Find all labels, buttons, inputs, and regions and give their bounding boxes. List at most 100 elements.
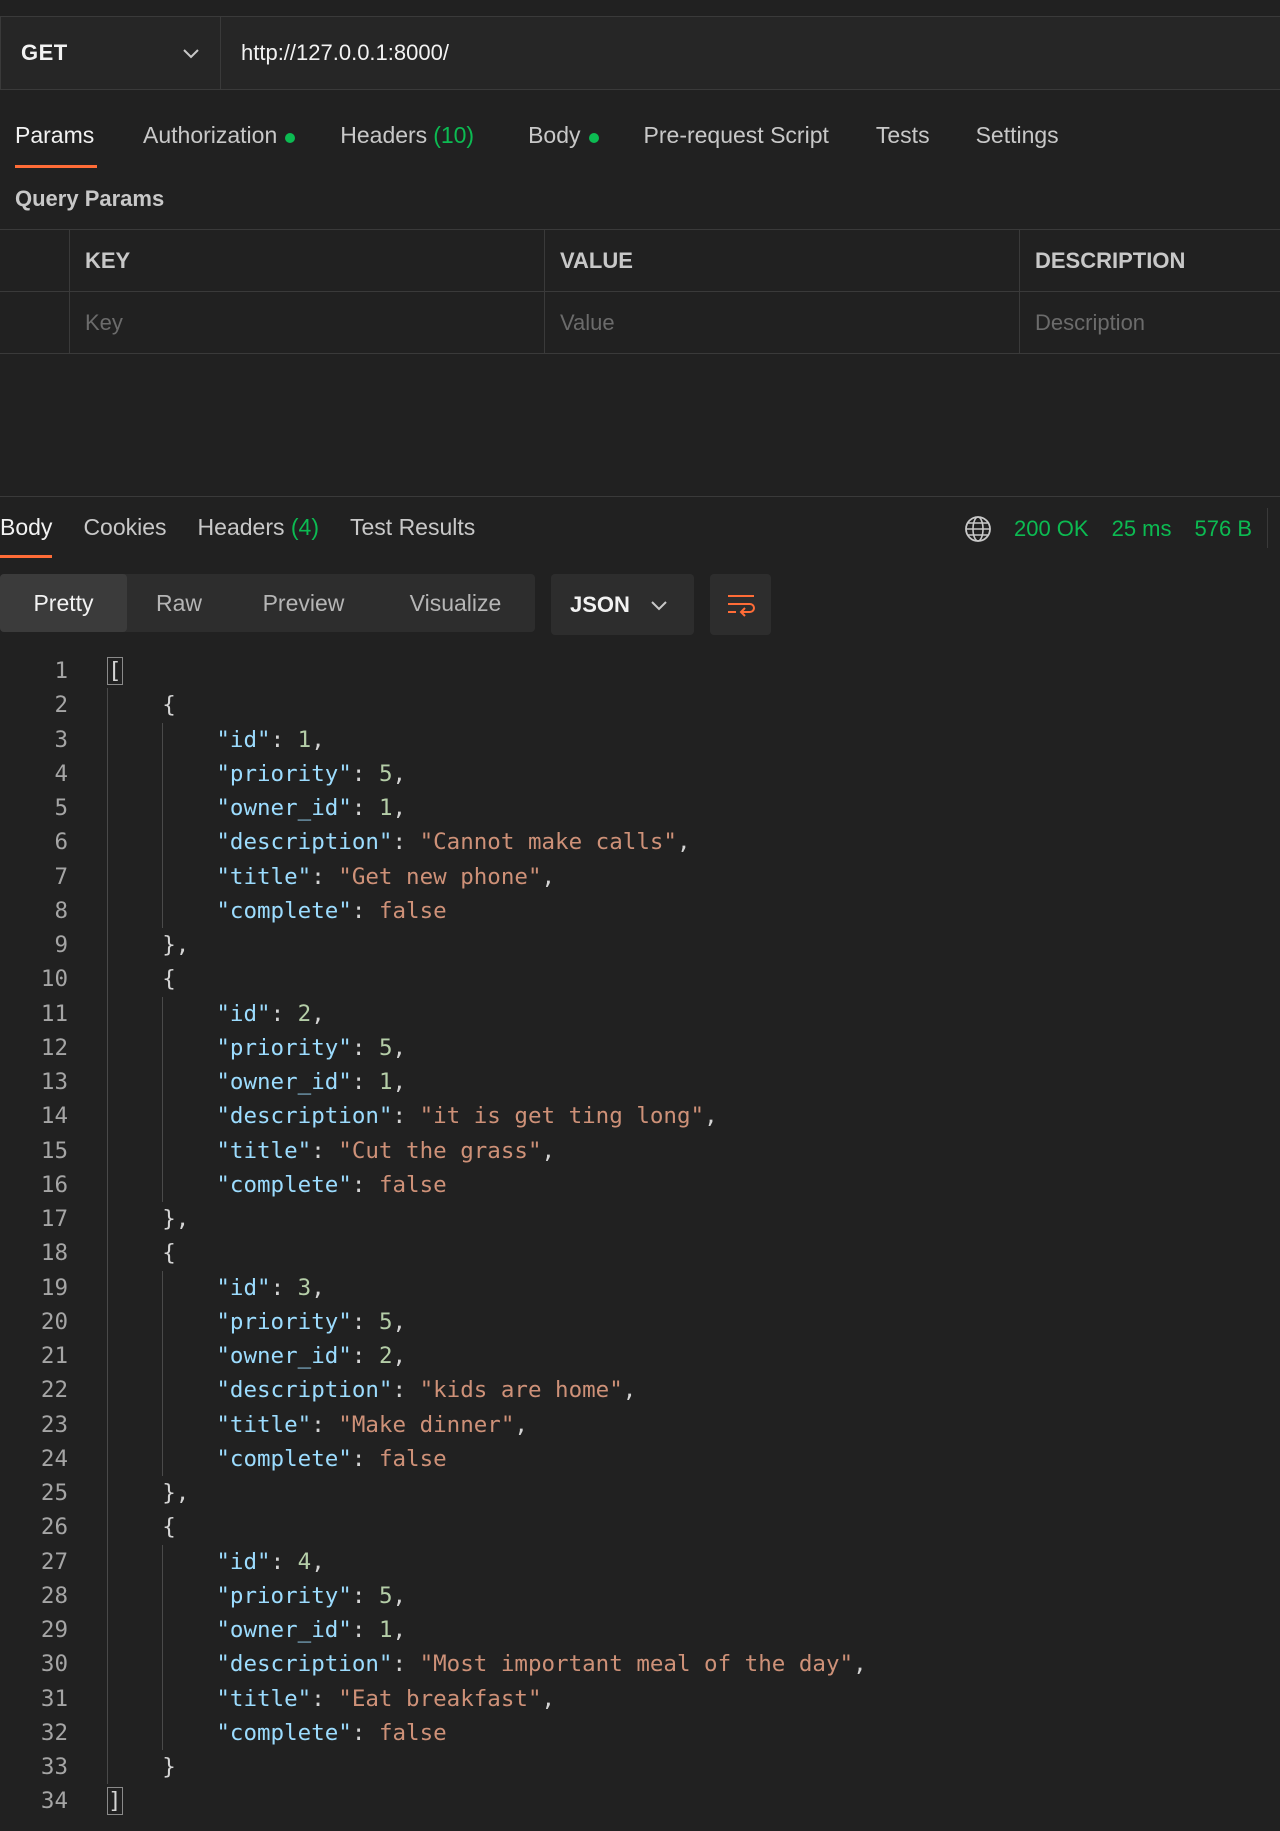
line-number: 12 (40, 1034, 68, 1061)
code-text: "priority": 5, (216, 1308, 407, 1335)
code-line: 4 "priority": 5, (0, 757, 1280, 791)
code-text: "title": "Get new phone", (216, 863, 556, 890)
code-line: 8 "complete": false (0, 894, 1280, 928)
headers-count: (10) (433, 122, 475, 148)
code-line: 2 { (0, 688, 1280, 722)
code-text: } (162, 1754, 176, 1780)
response-size[interactable]: 576 B (1195, 516, 1253, 542)
response-time[interactable]: 25 ms (1112, 516, 1172, 542)
line-number: 27 (40, 1548, 68, 1575)
query-params-table: KEY VALUE DESCRIPTION (0, 229, 1280, 354)
tab-body[interactable]: Body (528, 118, 599, 168)
code-text: "description": "it is get ting long", (216, 1103, 718, 1130)
column-header-description: DESCRIPTION (1035, 247, 1186, 273)
code-line: 14 "description": "it is get ting long", (0, 1099, 1280, 1133)
code-line: 17 }, (0, 1202, 1280, 1236)
tab-authorization[interactable]: Authorization (143, 118, 296, 168)
line-number: 9 (54, 932, 68, 958)
code-line: 12 "priority": 5, (0, 1031, 1280, 1065)
globe-icon[interactable] (964, 515, 992, 543)
response-tab-body[interactable]: Body (0, 512, 53, 558)
tab-label: Headers (197, 514, 285, 540)
tab-label: Settings (975, 122, 1059, 148)
tab-pre-request-script[interactable]: Pre-request Script (644, 118, 829, 168)
line-number: 24 (40, 1445, 68, 1472)
method-label: GET (21, 40, 68, 65)
code-line: 27 "id": 4, (0, 1545, 1280, 1579)
code-text: "description": "Most important meal of t… (216, 1651, 867, 1678)
column-header-key: KEY (70, 230, 545, 291)
code-line: 30 "description": "Most important meal o… (0, 1647, 1280, 1681)
format-preview-button[interactable]: Preview (231, 574, 376, 632)
table-row (0, 292, 1280, 354)
code-line: 33 } (0, 1750, 1280, 1784)
status-dot (285, 133, 296, 143)
response-tab-cookies[interactable]: Cookies (83, 512, 166, 558)
code-text: "owner_id": 1, (216, 1617, 407, 1643)
response-tab-test-results[interactable]: Test Results (350, 512, 475, 558)
format-raw-button[interactable]: Raw (127, 574, 231, 632)
description-cell (1020, 292, 1280, 353)
response-divider (0, 496, 1280, 497)
chevron-down-icon (651, 600, 667, 610)
code-line: 6 "description": "Cannot make calls", (0, 825, 1280, 859)
line-number: 34 (40, 1788, 68, 1815)
code-text: "owner_id": 2, (216, 1343, 407, 1369)
headers-count: (4) (290, 514, 319, 540)
response-body-viewer[interactable]: 1[2 {3 "id": 1, 4 "priority": 5, 5 "owner_… (0, 654, 1280, 1819)
line-number: 15 (40, 1137, 68, 1164)
table-header-row: KEY VALUE DESCRIPTION (0, 230, 1280, 292)
line-number: 10 (40, 966, 68, 993)
method-select[interactable]: GET (1, 17, 221, 89)
code-text: { (162, 966, 176, 993)
code-text: "complete": false (216, 1171, 447, 1198)
query-params-title: Query Params (15, 186, 165, 211)
code-text: "priority": 5, (216, 1034, 407, 1061)
line-number: 32 (40, 1719, 68, 1746)
tab-label: Pre-request Script (643, 122, 829, 148)
line-number: 7 (54, 863, 68, 890)
format-visualize-button[interactable]: Visualize (376, 574, 535, 632)
code-line: 22 "description": "kids are home", (0, 1373, 1280, 1407)
line-number: 21 (40, 1343, 68, 1369)
code-text: "title": "Cut the grass", (216, 1137, 556, 1164)
key-cell (70, 292, 545, 353)
wrap-lines-button[interactable] (710, 574, 771, 635)
code-text: { (162, 1240, 176, 1267)
code-text: "complete": false (216, 1719, 447, 1746)
tab-params[interactable]: Params (15, 118, 97, 168)
format-pretty-button[interactable]: Pretty (0, 574, 127, 632)
status-code[interactable]: 200 OK (1014, 516, 1089, 542)
code-line: 26 { (0, 1510, 1280, 1544)
tab-tests[interactable]: Tests (876, 118, 930, 168)
code-line: 21 "owner_id": 2, (0, 1339, 1280, 1373)
url-input[interactable] (221, 17, 1280, 89)
language-select[interactable]: JSON (551, 574, 694, 635)
tab-label: Headers (340, 122, 428, 148)
code-line: 16 "complete": false (0, 1168, 1280, 1202)
code-line: 5 "owner_id": 1, (0, 791, 1280, 825)
line-number: 33 (40, 1754, 68, 1780)
wrap-lines-icon (727, 594, 755, 617)
code-line: 32 "complete": false (0, 1716, 1280, 1750)
checkbox-column (0, 230, 70, 291)
tab-headers[interactable]: Headers (10) (340, 118, 474, 168)
response-tab-headers[interactable]: Headers (4) (198, 512, 319, 558)
tab-settings[interactable]: Settings (976, 118, 1059, 168)
key-input[interactable] (85, 309, 544, 336)
code-text: { (162, 1514, 176, 1541)
tab-label: Params (15, 122, 95, 148)
code-text: ] (107, 1787, 123, 1816)
description-input[interactable] (1035, 309, 1280, 336)
value-input[interactable] (560, 309, 1019, 336)
line-number: 11 (40, 1000, 68, 1027)
code-text: "description": "Cannot make calls", (216, 829, 691, 856)
response-tabs: Body Cookies Headers (4) Test Results (0, 512, 506, 558)
code-line: 31 "title": "Eat breakfast", (0, 1682, 1280, 1716)
code-line: 28 "priority": 5, (0, 1579, 1280, 1613)
code-line: 1[ (0, 654, 1280, 688)
code-text: "description": "kids are home", (216, 1377, 637, 1404)
code-line: 19 "id": 3, (0, 1271, 1280, 1305)
line-number: 22 (40, 1377, 68, 1404)
request-url-bar: GET (0, 16, 1280, 90)
